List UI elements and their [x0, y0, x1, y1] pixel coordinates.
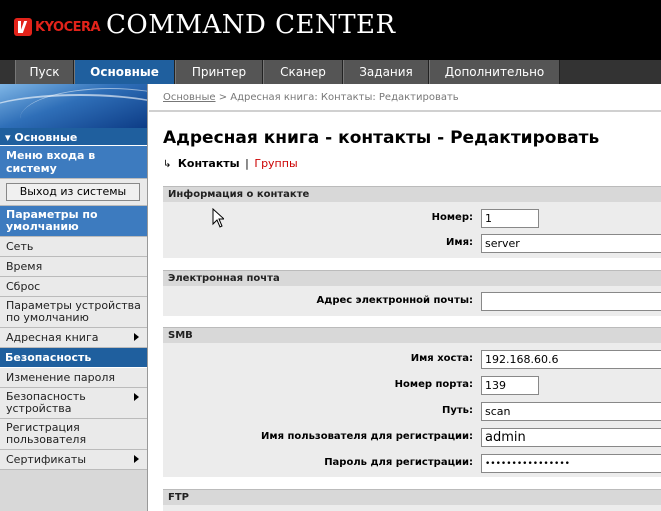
sidebar: ▾ Основные Меню входа в систему Выход из…	[0, 84, 148, 511]
section-contact-info: Информация о контакте	[163, 186, 661, 202]
row-host: Имя хоста:	[163, 349, 661, 371]
section-ftp: FTP	[163, 489, 661, 505]
password-label: Пароль для регистрации:	[324, 457, 473, 468]
chevron-right-icon	[134, 455, 139, 463]
name-label: Имя:	[446, 237, 473, 248]
row-username: Имя пользователя для регистрации:	[163, 427, 661, 449]
sidebar-item-reset[interactable]: Сброс	[0, 277, 147, 297]
tab-scanner[interactable]: Сканер	[263, 60, 343, 84]
path-label: Путь:	[441, 405, 473, 416]
row-password: Пароль для регистрации:	[163, 453, 661, 475]
sidebar-item-certificates-label: Сертификаты	[6, 453, 87, 466]
sidebar-login-menu[interactable]: Меню входа в систему	[0, 146, 147, 179]
sidebar-section-security[interactable]: Безопасность	[0, 348, 147, 368]
arrow-return-icon: ↳	[163, 159, 172, 170]
sidebar-item-network[interactable]: Сеть	[0, 237, 147, 257]
username-label: Имя пользователя для регистрации:	[261, 431, 473, 442]
tab-printer[interactable]: Принтер	[175, 60, 263, 84]
sidebar-item-device-defaults[interactable]: Параметры устройства по умолчанию	[0, 297, 147, 328]
chevron-right-icon	[134, 333, 139, 341]
product-title: COMMAND CENTER	[106, 10, 396, 40]
subnav: ↳ Контакты | Группы	[163, 157, 298, 170]
sidebar-item-change-password[interactable]: Изменение пароля	[0, 368, 147, 388]
kyocera-logo: KYOCERA	[14, 18, 101, 36]
sidebar-item-address-book-label: Адресная книга	[6, 331, 99, 344]
host-label: Имя хоста:	[410, 353, 473, 364]
app-header: KYOCERA COMMAND CENTER	[0, 0, 661, 60]
sidebar-item-device-security[interactable]: Безопасность устройства	[0, 388, 147, 419]
logout-wrap: Выход из системы	[0, 179, 147, 206]
row-port: Номер порта:	[163, 375, 661, 397]
row-path: Путь:	[163, 401, 661, 423]
tab-basic[interactable]: Основные	[74, 60, 175, 84]
tab-advanced[interactable]: Дополнительно	[429, 60, 560, 84]
section-smb-body: Имя хоста: Номер порта: Путь: Имя пользо…	[163, 343, 661, 477]
port-label: Номер порта:	[394, 379, 473, 390]
email-label: Адрес электронной почты:	[316, 295, 473, 306]
sidebar-banner	[0, 84, 147, 128]
username-field[interactable]	[481, 428, 661, 447]
name-field[interactable]	[481, 234, 661, 253]
tab-jobs[interactable]: Задания	[343, 60, 429, 84]
email-field[interactable]	[481, 292, 661, 311]
breadcrumb-separator: >	[218, 92, 231, 103]
page-title: Адресная книга - контакты - Редактироват…	[163, 128, 600, 148]
breadcrumb-divider	[149, 110, 661, 112]
row-number: Номер:	[163, 208, 661, 230]
sidebar-item-user-registration[interactable]: Регистрация пользователя	[0, 419, 147, 450]
section-email-body: Адрес электронной почты:	[163, 286, 661, 316]
port-field[interactable]	[481, 376, 539, 395]
logo-text: KYOCERA	[35, 19, 101, 35]
section-smb: SMB	[163, 327, 661, 343]
sidebar-item-address-book[interactable]: Адресная книга	[0, 328, 147, 348]
host-field[interactable]	[481, 350, 661, 369]
breadcrumb: Основные > Адресная книга: Контакты: Ред…	[163, 92, 459, 103]
subnav-separator: |	[245, 157, 249, 170]
section-ftp-body	[163, 505, 661, 511]
mouse-cursor-icon	[212, 208, 224, 228]
section-email: Электронная почта	[163, 270, 661, 286]
tab-start[interactable]: Пуск	[15, 60, 74, 84]
sidebar-item-device-security-label: Безопасность устройства	[6, 390, 86, 415]
sidebar-item-certificates[interactable]: Сертификаты	[0, 450, 147, 470]
logout-button[interactable]: Выход из системы	[6, 183, 140, 201]
sidebar-item-time[interactable]: Время	[0, 257, 147, 277]
chevron-right-icon	[134, 393, 139, 401]
row-email: Адрес электронной почты:	[163, 291, 661, 313]
sidebar-section-basic[interactable]: ▾ Основные	[0, 128, 147, 146]
subnav-contacts[interactable]: Контакты	[178, 157, 240, 170]
main-content: Основные > Адресная книга: Контакты: Ред…	[149, 84, 661, 511]
path-field[interactable]	[481, 402, 661, 421]
number-label: Номер:	[431, 212, 473, 223]
row-name: Имя:	[163, 233, 661, 255]
top-nav: Пуск Основные Принтер Сканер Задания Доп…	[0, 60, 661, 84]
breadcrumb-link-basic[interactable]: Основные	[163, 92, 216, 103]
nav-filler	[560, 60, 661, 84]
subnav-groups[interactable]: Группы	[254, 157, 297, 170]
breadcrumb-current: Адресная книга: Контакты: Редактировать	[230, 92, 459, 103]
password-field[interactable]	[481, 454, 661, 473]
sidebar-defaults-header[interactable]: Параметры по умолчанию	[0, 206, 147, 237]
kyocera-mark-icon	[14, 18, 32, 36]
section-contact-info-body: Номер: Имя:	[163, 202, 661, 258]
number-field[interactable]	[481, 209, 539, 228]
